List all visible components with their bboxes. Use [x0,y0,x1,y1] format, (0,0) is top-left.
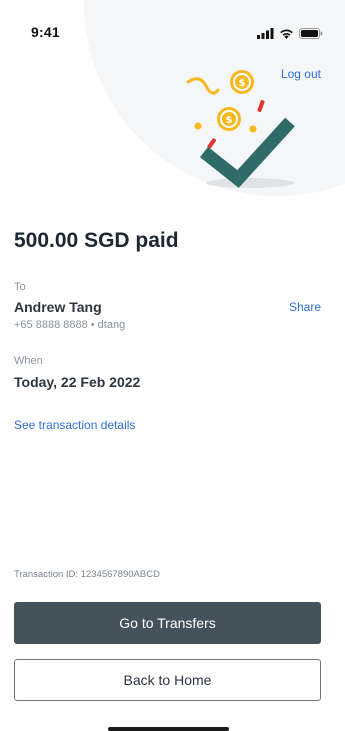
coin-icon: $ [217,107,241,131]
payment-amount-title: 500.00 SGD paid [14,229,179,252]
success-checkmark-coins-illustration: $ $ [178,64,312,196]
back-to-home-button[interactable]: Back to Home [14,659,321,701]
when-label: When [14,355,43,367]
battery-icon [299,26,323,44]
status-time: 9:41 [31,24,60,40]
recipient-label: To [14,281,26,293]
svg-text:$: $ [226,115,233,126]
when-value: Today, 22 Feb 2022 [14,374,141,390]
home-indicator [108,727,229,731]
recipient-details: +65 8888 8888 • dtang [14,319,126,331]
recipient-name: Andrew Tang [14,299,102,315]
share-link[interactable]: Share [289,300,321,314]
wifi-icon [279,26,294,44]
coin-icon: $ [230,70,254,94]
svg-text:$: $ [239,78,246,89]
see-transaction-details-link[interactable]: See transaction details [14,418,135,432]
payment-success-screen: 9:41 Log out $ $ 500.00 SGD paid To Andr… [0,0,345,731]
status-bar: 9:41 [0,0,345,44]
cellular-signal-icon [257,26,274,44]
status-icons [257,26,323,44]
transaction-id: Transaction ID: 1234567890ABCD [14,569,160,580]
go-to-transfers-button[interactable]: Go to Transfers [14,602,321,644]
